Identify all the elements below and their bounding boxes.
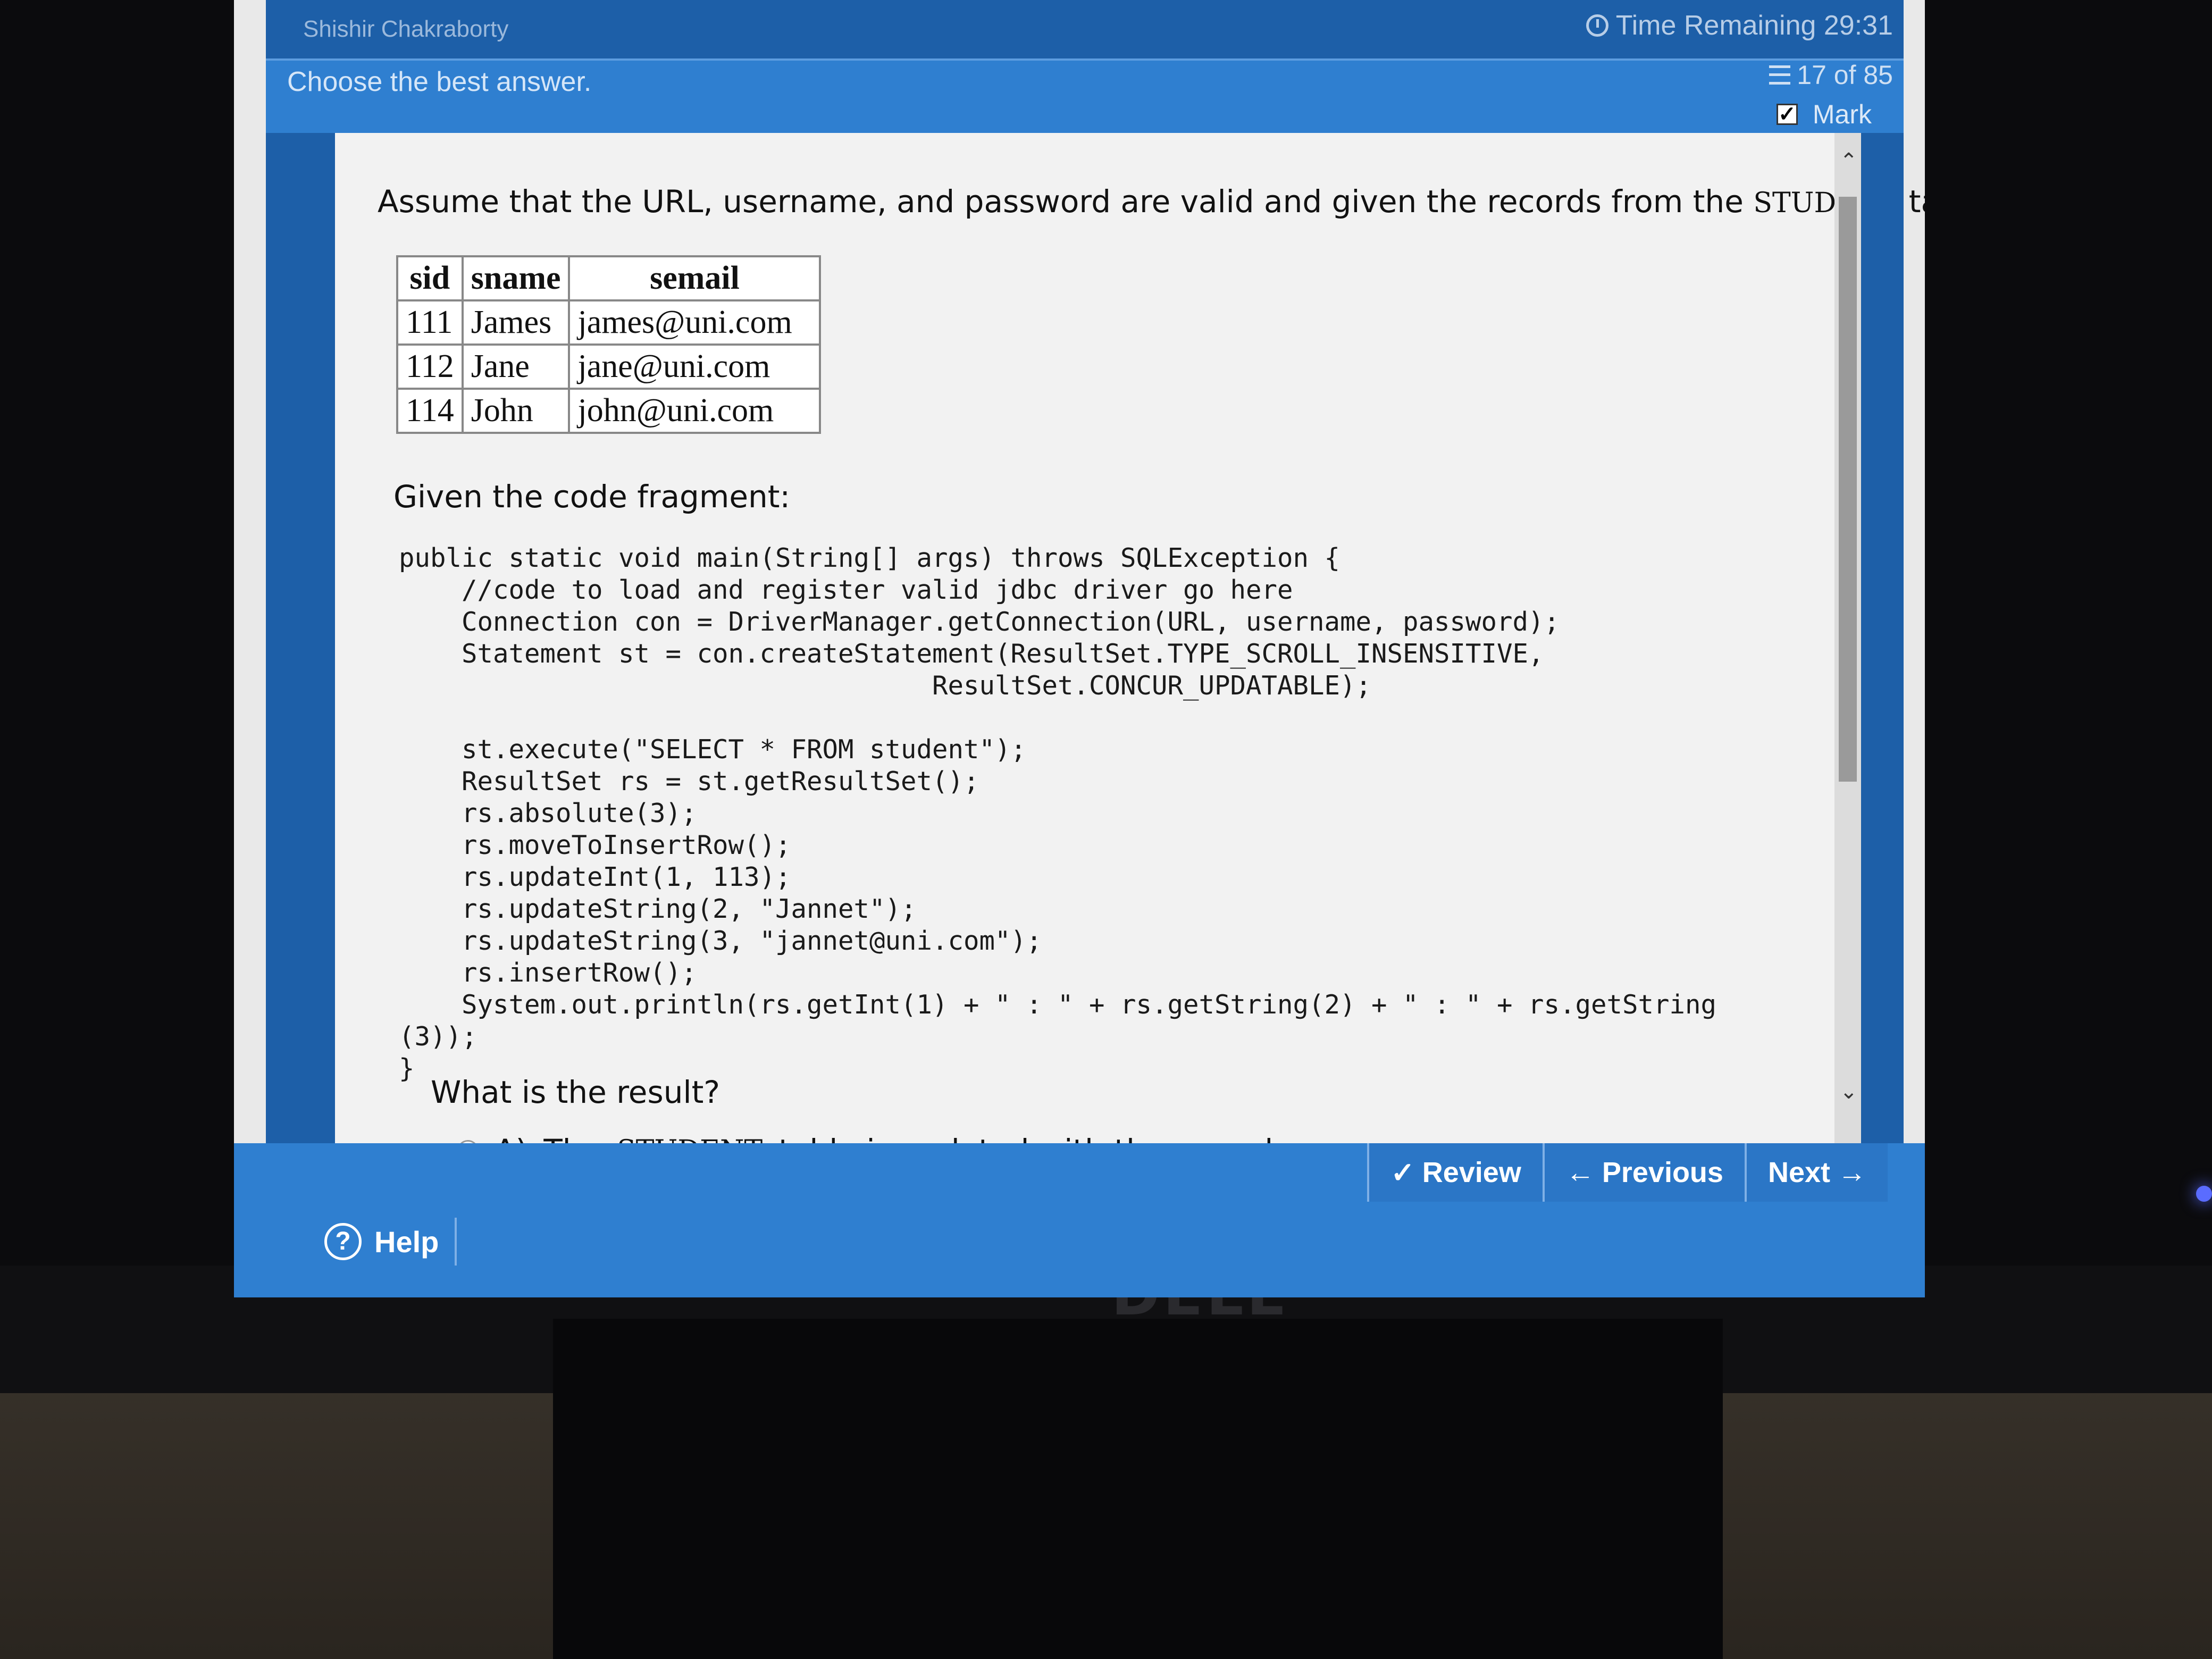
- code-line: }: [399, 1053, 415, 1084]
- code-line: rs.absolute(3);: [399, 798, 697, 828]
- table-cell: John: [461, 388, 571, 434]
- table-header-row: sid sname semail: [396, 255, 822, 301]
- student-records-table: sid sname semail 111 James james@uni.com…: [396, 255, 822, 434]
- scroll-thumb[interactable]: [1839, 197, 1857, 782]
- table-cell: john@uni.com: [568, 388, 822, 434]
- arrow-right-icon: →: [1838, 1157, 1866, 1188]
- code-line: rs.insertRow();: [399, 958, 697, 988]
- table-cell: 114: [396, 388, 464, 434]
- question-intro-after: table:: [1908, 183, 1925, 220]
- previous-button[interactable]: ← Previous: [1542, 1143, 1745, 1202]
- column-header-sname: sname: [461, 255, 571, 301]
- question-intro-before: Assume that the URL, username, and passw…: [378, 183, 1744, 220]
- next-button-label: Next: [1767, 1157, 1830, 1188]
- code-line: //code to load and register valid jdbc d…: [399, 575, 1293, 605]
- exam-header: Shishir Chakraborty Time Remaining 29:31: [266, 0, 1904, 58]
- clock-icon: [1586, 14, 1608, 37]
- table-cell: Jane: [461, 343, 571, 390]
- table-row: 112 Jane jane@uni.com: [396, 343, 822, 390]
- navigation-buttons: ✓ Review ← Previous Next →: [1367, 1143, 1888, 1202]
- review-button-label: Review: [1422, 1157, 1521, 1188]
- table-cell: james@uni.com: [568, 299, 822, 346]
- code-line: rs.updateInt(1, 113);: [399, 862, 791, 892]
- power-led-icon: [2196, 1186, 2212, 1202]
- help-button-label: Help: [374, 1225, 439, 1259]
- code-line: System.out.println(rs.getInt(1) + " : " …: [399, 990, 1717, 1020]
- code-line: ResultSet.CONCUR_UPDATABLE);: [399, 671, 1372, 701]
- table-cell: jane@uni.com: [568, 343, 822, 390]
- next-button[interactable]: Next →: [1744, 1143, 1888, 1202]
- content-scrollbar[interactable]: ⌃ ⌄: [1834, 133, 1861, 1143]
- table-cell: 111: [396, 299, 464, 346]
- code-fragment: public static void main(String[] args) t…: [399, 542, 1716, 1085]
- code-line: st.execute("SELECT * FROM student");: [399, 734, 1027, 765]
- mark-toggle[interactable]: ✓ Mark: [1776, 99, 1872, 130]
- code-line: rs.moveToInsertRow();: [399, 830, 791, 860]
- mark-checkbox[interactable]: ✓: [1776, 104, 1798, 125]
- previous-button-label: Previous: [1602, 1157, 1723, 1188]
- arrow-left-icon: ←: [1565, 1157, 1595, 1188]
- question-intro: Assume that the URL, username, and passw…: [378, 183, 1925, 220]
- code-line: public static void main(String[] args) t…: [399, 543, 1340, 573]
- help-icon: ?: [324, 1223, 362, 1260]
- left-rail: [266, 133, 335, 1297]
- code-line: Statement st = con.createStatement(Resul…: [399, 639, 1544, 669]
- progress-text: 17 of 85: [1797, 60, 1893, 90]
- code-line: rs.updateString(2, "Jannet");: [399, 894, 917, 924]
- right-rail: [1861, 133, 1904, 1143]
- monitor-stand: [553, 1319, 1723, 1659]
- checkmark-icon: ✓: [1390, 1157, 1415, 1189]
- student-name: Shishir Chakraborty: [303, 16, 509, 42]
- review-button[interactable]: ✓ Review: [1367, 1143, 1543, 1202]
- table-cell: James: [461, 299, 571, 346]
- table-cell: 112: [396, 343, 464, 390]
- code-line: ResultSet rs = st.getResultSet();: [399, 766, 979, 797]
- list-icon: [1769, 65, 1791, 85]
- mark-label: Mark: [1812, 99, 1872, 129]
- table-row: 111 James james@uni.com: [396, 299, 822, 346]
- question-progress: 17 of 85: [1769, 60, 1893, 90]
- question-prompt: What is the result?: [431, 1074, 720, 1110]
- code-line: (3));: [399, 1021, 477, 1052]
- time-remaining: Time Remaining 29:31: [1586, 10, 1893, 41]
- column-header-semail: semail: [568, 255, 822, 301]
- help-button[interactable]: ? Help: [308, 1218, 457, 1266]
- column-header-sid: sid: [396, 255, 464, 301]
- exam-footer: ✓ Review ← Previous Next → ? Help: [234, 1143, 1925, 1297]
- code-line: Connection con = DriverManager.getConnec…: [399, 607, 1560, 637]
- instruction-text: Choose the best answer.: [287, 66, 592, 97]
- table-row: 114 John john@uni.com: [396, 388, 822, 434]
- code-line: rs.updateString(3, "jannet@uni.com");: [399, 926, 1042, 956]
- given-label: Given the code fragment:: [393, 479, 791, 515]
- question-content: Assume that the URL, username, and passw…: [335, 133, 1925, 1196]
- instruction-bar: Choose the best answer. 17 of 85 ✓ Mark: [266, 58, 1904, 135]
- exam-screen: Shishir Chakraborty Time Remaining 29:31…: [234, 0, 1925, 1297]
- scroll-up-icon[interactable]: ⌃: [1840, 149, 1858, 173]
- time-remaining-text: Time Remaining 29:31: [1615, 10, 1893, 41]
- scroll-down-icon[interactable]: ⌄: [1840, 1079, 1858, 1104]
